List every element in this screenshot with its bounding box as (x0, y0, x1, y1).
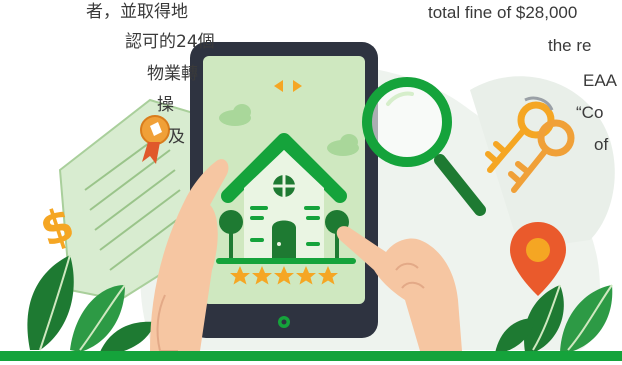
left-text-line-3: 物業轉 (147, 64, 198, 84)
illustration-stage: $ 者，並取得地 認可的24個 物業轉 操 及 total fine of $2… (0, 0, 622, 361)
right-text-line-5: of (594, 135, 609, 154)
right-text-line-2: the re (548, 36, 592, 55)
right-text-line-3: EAA (583, 71, 618, 90)
right-text-line-4: “Co (576, 103, 604, 122)
left-text-line-2: 認可的24個 (125, 32, 215, 52)
left-text-line-1: 者，並取得地 (86, 2, 188, 22)
left-text-line-4: 操 (157, 95, 174, 115)
right-text-line-1: total fine of $28,000 (428, 3, 578, 22)
property-illustration: $ (27, 42, 615, 354)
left-text-line-5: 及 (168, 127, 185, 147)
bottom-accent-bar (0, 351, 622, 361)
